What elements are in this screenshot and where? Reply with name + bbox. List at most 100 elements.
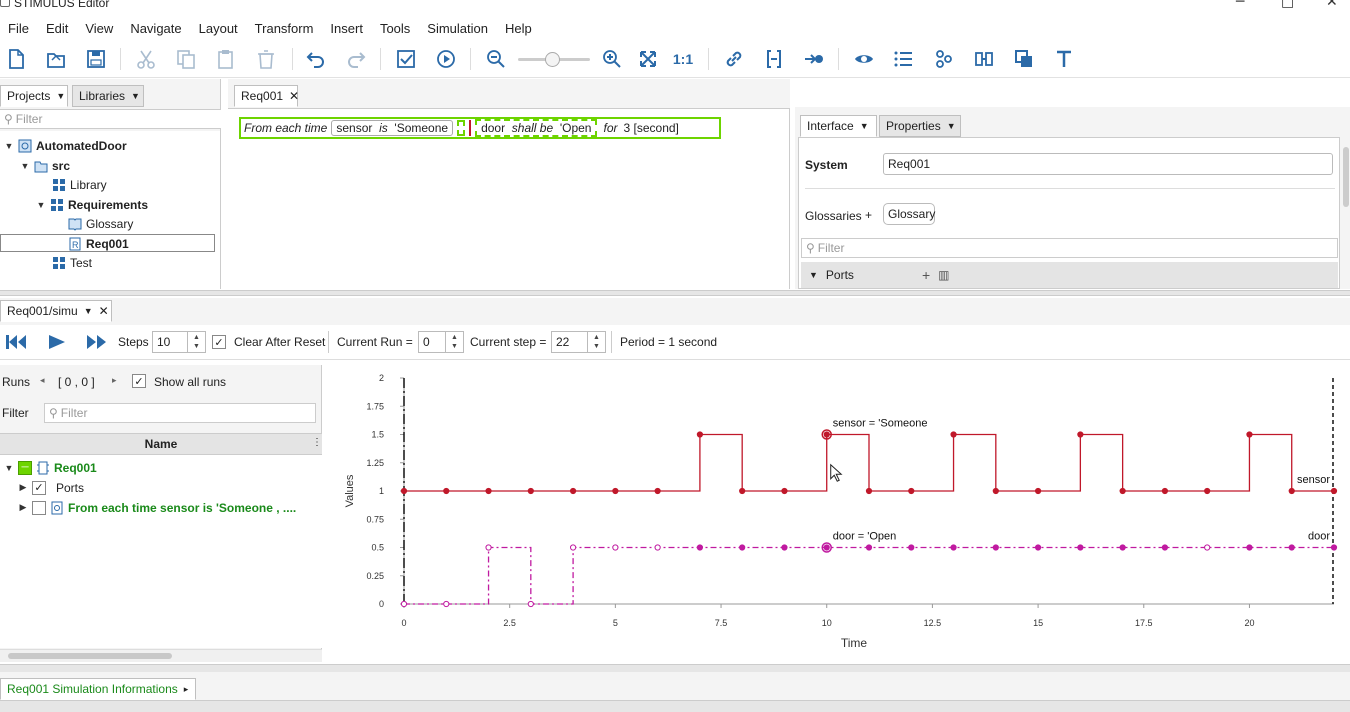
name-column-header[interactable]: Name: [0, 433, 322, 455]
system-name-input[interactable]: Req001: [883, 153, 1333, 175]
play-icon[interactable]: [48, 334, 66, 350]
step-forward-icon[interactable]: [86, 334, 108, 350]
clear-after-reset-checkbox[interactable]: ✓: [212, 335, 226, 349]
chevron-down-icon[interactable]: ▼: [860, 121, 869, 131]
menu-view[interactable]: View: [77, 21, 122, 36]
delete-icon[interactable]: [254, 47, 278, 71]
menu-navigate[interactable]: Navigate: [122, 21, 190, 36]
eye-icon[interactable]: [852, 47, 876, 71]
expand-icon[interactable]: ▶: [18, 482, 28, 493]
tab-libraries[interactable]: Libraries ▼: [72, 85, 144, 107]
chevron-right-icon[interactable]: ▸: [184, 684, 189, 695]
align-icon[interactable]: [972, 47, 996, 71]
zoom-out-icon[interactable]: [484, 47, 508, 71]
current-step-spinner[interactable]: 22 ▲ ▼: [551, 331, 606, 353]
tree-item-src[interactable]: ▼ src: [20, 156, 71, 175]
menu-help[interactable]: Help: [497, 21, 541, 36]
show-all-runs-checkbox[interactable]: ✓: [132, 374, 146, 388]
redo-icon[interactable]: [344, 47, 368, 71]
column-menu-icon[interactable]: ⋮: [312, 437, 322, 448]
steps-spinner[interactable]: 10 ▲ ▼: [152, 331, 206, 353]
tree-item-req001[interactable]: R Req001: [68, 234, 129, 253]
splitter[interactable]: [0, 290, 1350, 296]
chevron-down-icon[interactable]: ▼: [84, 306, 93, 316]
copy-icon[interactable]: [174, 47, 198, 71]
tree-item-glossary[interactable]: Glossary: [68, 214, 133, 233]
components-icon[interactable]: [932, 47, 956, 71]
horizontal-scrollbar[interactable]: [0, 649, 322, 662]
next-run-icon[interactable]: ▸: [112, 375, 117, 386]
close-icon[interactable]: ✕: [99, 304, 109, 318]
projects-filter-input[interactable]: ⚲ Filter: [0, 109, 221, 129]
tree-item-test[interactable]: Test: [52, 253, 92, 272]
paste-icon[interactable]: [214, 47, 238, 71]
close-window-icon[interactable]: ✕: [1326, 0, 1338, 10]
undo-icon[interactable]: [304, 47, 328, 71]
run-row-req001[interactable]: ▼ ─ Req001: [4, 458, 97, 477]
maximize-icon[interactable]: □: [1281, 0, 1294, 10]
minimize-icon[interactable]: ─: [1236, 0, 1244, 10]
fit-icon[interactable]: [636, 47, 660, 71]
book-icon[interactable]: ▥: [938, 268, 949, 282]
tab-projects[interactable]: Projects ▼: [0, 85, 68, 107]
chevron-down-icon[interactable]: ▼: [131, 91, 140, 101]
save-icon[interactable]: [84, 47, 108, 71]
tree-item-requirements[interactable]: ▼ Requirements: [36, 195, 149, 214]
tab-interface[interactable]: Interface ▼: [800, 115, 877, 137]
splitter-bottom[interactable]: [0, 664, 1350, 672]
menu-edit[interactable]: Edit: [38, 21, 77, 36]
simulation-chart[interactable]: 0 0.25 0.5 0.75 1 1.25 1.5 1.75 2 0 2.5 5 7.5 10 12.5 1…: [328, 365, 1350, 662]
runs-filter-input[interactable]: ⚲ Filter: [44, 403, 316, 423]
ports-section-header[interactable]: ▼ Ports + ▥: [801, 262, 1338, 288]
expand-icon[interactable]: ▼: [4, 463, 14, 473]
scrollbar-thumb[interactable]: [8, 653, 172, 659]
add-port-icon[interactable]: +: [922, 267, 930, 283]
spinner-arrows-icon[interactable]: ▲ ▼: [587, 332, 605, 352]
chevron-down-icon[interactable]: ▼: [56, 91, 65, 101]
bracket-icon[interactable]: [762, 47, 786, 71]
new-file-icon[interactable]: [4, 47, 28, 71]
run-row-ports[interactable]: ▶ ✓ Ports: [18, 478, 84, 497]
menu-simulation[interactable]: Simulation: [419, 21, 497, 36]
cond-slot[interactable]: [457, 120, 466, 136]
prev-run-icon[interactable]: ◂: [40, 375, 45, 386]
tab-simulation[interactable]: Req001/simu ▼ ✕: [0, 300, 112, 322]
tab-properties[interactable]: Properties ▼: [879, 115, 961, 137]
link-icon[interactable]: [722, 47, 746, 71]
reset-icon[interactable]: [6, 334, 28, 350]
requirement-checkbox[interactable]: [32, 500, 46, 515]
expand-icon[interactable]: ▶: [18, 502, 28, 513]
menu-insert[interactable]: Insert: [322, 21, 372, 36]
collapse-toggle-icon[interactable]: ─: [18, 460, 32, 475]
menu-file[interactable]: File: [0, 21, 38, 36]
zoom-in-icon[interactable]: [600, 47, 624, 71]
requirement-editor[interactable]: From each time sensor is 'Someone door s…: [228, 108, 790, 289]
duplicate-icon[interactable]: [1012, 47, 1036, 71]
list-icon[interactable]: [892, 47, 916, 71]
spinner-arrows-icon[interactable]: ▲ ▼: [187, 332, 205, 352]
zoom-reset-button[interactable]: 1:1: [671, 47, 695, 71]
collapse-icon[interactable]: ▼: [809, 270, 818, 280]
close-icon[interactable]: ✕: [289, 89, 299, 103]
glossary-chip[interactable]: Glossary: [883, 203, 935, 225]
text-icon[interactable]: [1052, 47, 1076, 71]
cut-icon[interactable]: [134, 47, 158, 71]
menu-tools[interactable]: Tools: [372, 21, 419, 36]
chevron-down-icon[interactable]: ▼: [947, 121, 956, 131]
tab-req001[interactable]: Req001 ✕: [234, 85, 299, 107]
expand-icon[interactable]: ▼: [4, 141, 14, 151]
spinner-arrows-icon[interactable]: ▲ ▼: [445, 332, 463, 352]
tree-item-automateddoor[interactable]: ▼ AutomatedDoor: [4, 136, 127, 155]
menu-layout[interactable]: Layout: [191, 21, 247, 36]
simulate-icon[interactable]: [434, 47, 458, 71]
tree-item-library[interactable]: Library: [52, 175, 107, 194]
requirement-statement[interactable]: From each time sensor is 'Someone door s…: [239, 117, 721, 139]
menu-transform[interactable]: Transform: [247, 21, 323, 36]
scrollbar[interactable]: [1343, 147, 1349, 207]
check-icon[interactable]: [394, 47, 418, 71]
run-row-requirement[interactable]: ▶ From each time sensor is 'Someone , ...…: [18, 498, 296, 517]
import-icon[interactable]: [802, 47, 826, 71]
condition-chip[interactable]: sensor is 'Someone: [331, 120, 454, 136]
ports-filter-input[interactable]: ⚲ Filter: [801, 238, 1338, 258]
expand-icon[interactable]: ▼: [20, 161, 30, 171]
